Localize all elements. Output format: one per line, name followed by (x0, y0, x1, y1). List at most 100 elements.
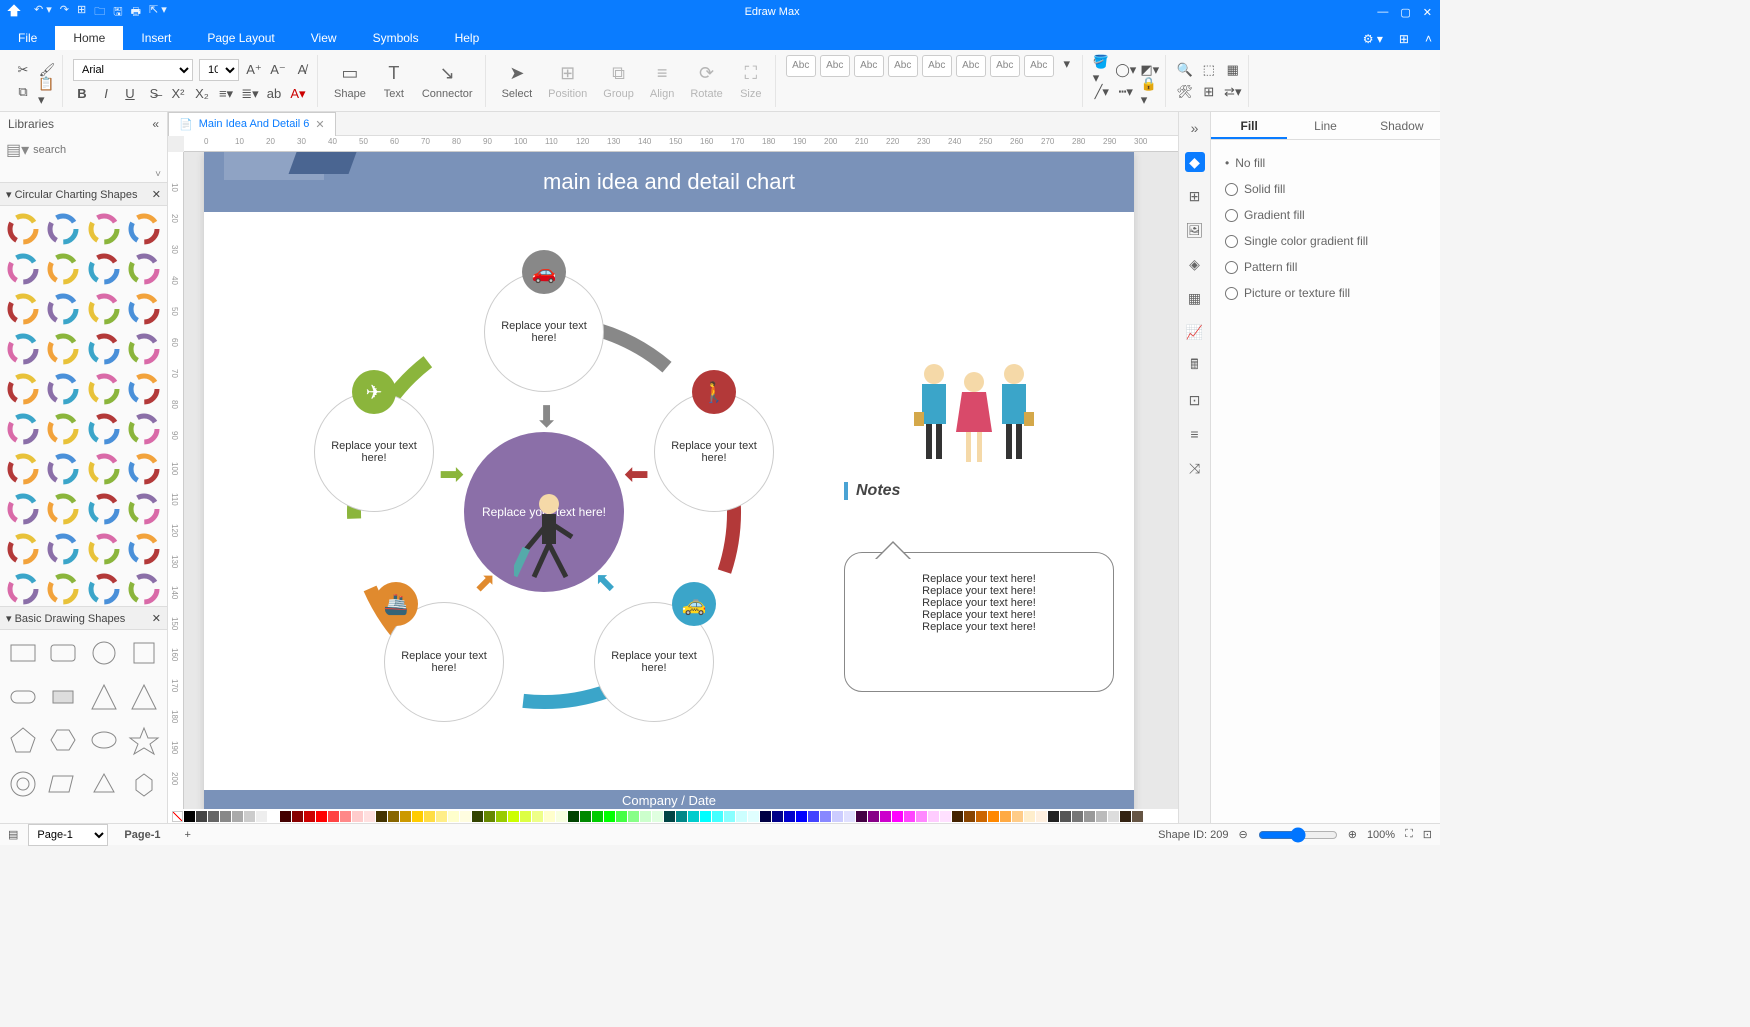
circular-diagram[interactable]: Replace your text here! Replace your tex… (284, 232, 804, 752)
shape-thumb[interactable] (87, 412, 121, 446)
color-swatch[interactable] (496, 811, 507, 822)
shape-thumb[interactable] (127, 292, 161, 326)
collapse-libraries-icon[interactable]: « (152, 117, 159, 131)
opt-gradient[interactable]: Gradient fill (1225, 202, 1426, 228)
underline-icon[interactable]: U (121, 85, 139, 103)
layout-icon[interactable]: ⊞ (1200, 83, 1218, 101)
style-preset[interactable]: Abc (922, 55, 952, 77)
shape-thumb[interactable] (87, 332, 121, 366)
redo-icon[interactable]: ↷ (60, 3, 69, 22)
color-swatch[interactable] (472, 811, 483, 822)
color-swatch[interactable] (220, 811, 231, 822)
color-swatch[interactable] (748, 811, 759, 822)
zoom-out-icon[interactable]: ⊖ (1239, 828, 1248, 841)
menu-pagelayout[interactable]: Page Layout (189, 26, 292, 50)
color-swatch[interactable] (1120, 811, 1131, 822)
shape-thumb[interactable] (46, 532, 80, 566)
color-swatch[interactable] (616, 811, 627, 822)
layers-icon[interactable]: ▦ (1224, 61, 1242, 79)
color-swatch[interactable] (436, 811, 447, 822)
distribute-icon[interactable]: ⇄▾ (1224, 83, 1242, 101)
paste-icon[interactable]: 📋▾ (38, 83, 56, 101)
color-swatch[interactable] (256, 811, 267, 822)
shape-thumb[interactable] (87, 212, 121, 246)
shape-thumb[interactable] (46, 412, 80, 446)
color-swatch[interactable] (688, 811, 699, 822)
color-swatch[interactable] (868, 811, 879, 822)
color-swatch[interactable] (1108, 811, 1119, 822)
shape-thumb[interactable] (6, 252, 40, 286)
shape-thumb[interactable] (46, 452, 80, 486)
people-graphic[interactable] (904, 362, 1044, 472)
group-tool[interactable]: ⧉Group (597, 60, 640, 102)
find-icon[interactable]: 🔍 (1176, 61, 1194, 79)
color-swatch[interactable] (460, 811, 471, 822)
color-swatch[interactable] (928, 811, 939, 822)
color-swatch[interactable] (388, 811, 399, 822)
shape-tool[interactable]: ▭Shape (328, 60, 372, 102)
export-icon[interactable]: ⇱ ▾ (149, 3, 167, 22)
color-swatch[interactable] (976, 811, 987, 822)
select-all-icon[interactable]: ⬚ (1200, 61, 1218, 79)
menu-symbols[interactable]: Symbols (355, 26, 437, 50)
color-swatch[interactable] (352, 811, 363, 822)
shape-thumb[interactable] (127, 767, 161, 801)
shape-thumb[interactable] (127, 412, 161, 446)
color-swatch[interactable] (1132, 811, 1143, 822)
notes-heading[interactable]: Notes (844, 482, 900, 500)
shape-thumb[interactable] (6, 680, 40, 714)
shape-thumb[interactable] (46, 332, 80, 366)
shape-thumb[interactable] (127, 572, 161, 606)
shape-thumb[interactable] (87, 767, 121, 801)
new-icon[interactable]: ⊞ (77, 3, 86, 22)
color-swatch[interactable] (424, 811, 435, 822)
color-swatch[interactable] (1072, 811, 1083, 822)
style-preset[interactable]: Abc (786, 55, 816, 77)
apps-icon[interactable]: ⊞ (1391, 28, 1417, 50)
shape-thumb[interactable] (87, 252, 121, 286)
color-swatch[interactable] (580, 811, 591, 822)
color-swatch[interactable] (844, 811, 855, 822)
color-swatch[interactable] (508, 811, 519, 822)
color-swatch[interactable] (664, 811, 675, 822)
table-panel-icon[interactable]: ▦ (1185, 288, 1205, 308)
italic-icon[interactable]: I (97, 85, 115, 103)
select-tool[interactable]: ➤Select (496, 60, 539, 102)
color-swatch[interactable] (544, 811, 555, 822)
page-select[interactable]: Page-1 (28, 824, 108, 846)
style-preset[interactable]: Abc (888, 55, 918, 77)
color-swatch[interactable] (268, 811, 279, 822)
style-preset[interactable]: Abc (956, 55, 986, 77)
tab-shadow[interactable]: Shadow (1364, 112, 1440, 139)
shape-thumb[interactable] (46, 636, 80, 670)
style-more-icon[interactable]: ▾ (1058, 55, 1076, 73)
color-swatch[interactable] (892, 811, 903, 822)
color-swatch[interactable] (1036, 811, 1047, 822)
nofill-swatch[interactable] (172, 811, 183, 822)
color-swatch[interactable] (760, 811, 771, 822)
color-swatch[interactable] (964, 811, 975, 822)
color-swatch[interactable] (940, 811, 951, 822)
color-swatch[interactable] (1012, 811, 1023, 822)
size-tool[interactable]: ⛶Size (733, 60, 769, 102)
menu-help[interactable]: Help (437, 26, 498, 50)
strike-icon[interactable]: S̶ (145, 85, 163, 103)
shape-thumb[interactable] (46, 680, 80, 714)
opt-single[interactable]: Single color gradient fill (1225, 228, 1426, 254)
search-input[interactable] (33, 144, 175, 156)
color-swatch[interactable] (316, 811, 327, 822)
color-swatch[interactable] (916, 811, 927, 822)
fontcolor-icon[interactable]: A▾ (289, 85, 307, 103)
shape-thumb[interactable] (46, 492, 80, 526)
open-icon[interactable]: 🗀 (94, 3, 105, 22)
color-swatch[interactable] (304, 811, 315, 822)
rotate-tool[interactable]: ⟳Rotate (684, 60, 728, 102)
color-swatch[interactable] (736, 811, 747, 822)
style-panel-icon[interactable]: ◆ (1185, 152, 1205, 172)
shape-thumb[interactable] (127, 332, 161, 366)
shape-thumb[interactable] (6, 452, 40, 486)
image-panel-icon[interactable]: 🖼 (1185, 220, 1205, 240)
color-swatch[interactable] (400, 811, 411, 822)
add-page-icon[interactable]: + (176, 827, 198, 843)
color-swatch[interactable] (1096, 811, 1107, 822)
